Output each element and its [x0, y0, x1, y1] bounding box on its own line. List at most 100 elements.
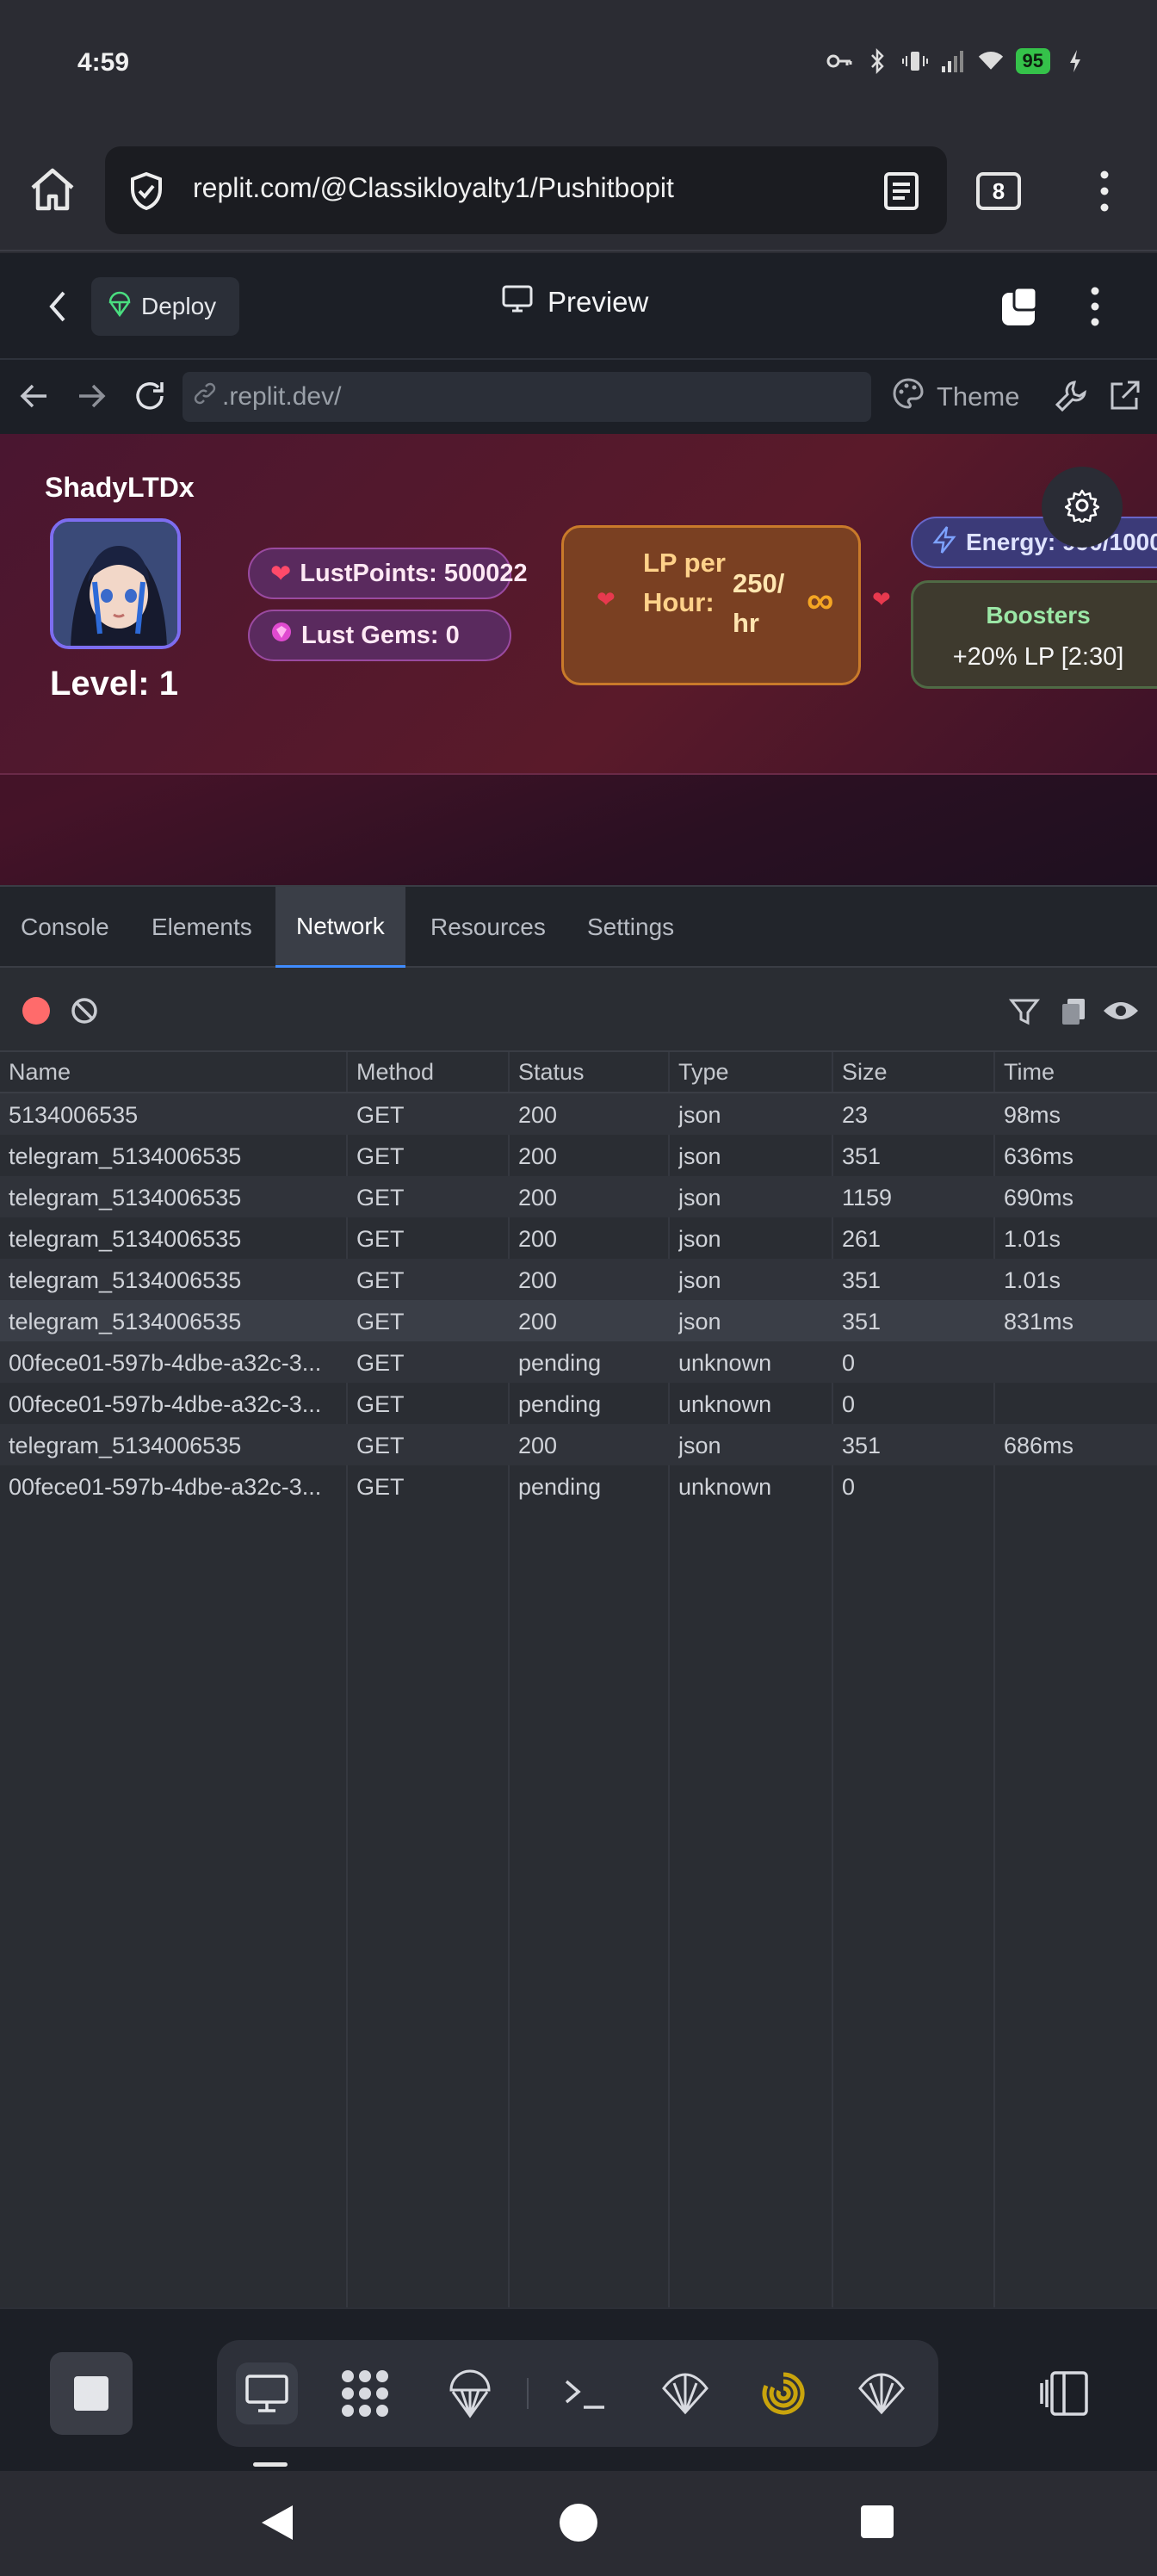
nav-forward-icon[interactable]: [72, 377, 110, 415]
lust-gems: Lust Gems: 0: [301, 621, 460, 649]
col-size[interactable]: Size: [842, 1059, 888, 1086]
heart-icon: ❤: [597, 586, 616, 612]
tab-settings[interactable]: Settings: [566, 887, 695, 968]
lightning-icon: [931, 525, 957, 560]
open-external-icon[interactable]: [1105, 377, 1143, 415]
url-bar[interactable]: replit.com/@Classikloyalty1/Pushitbopit: [105, 146, 947, 234]
tab-network[interactable]: Network: [275, 887, 405, 968]
table-header: Name Method Status Type Size Time: [0, 1050, 1157, 1093]
cell-status: pending: [518, 1391, 602, 1417]
cell-status: pending: [518, 1474, 602, 1500]
reload-icon[interactable]: [131, 377, 169, 415]
col-time[interactable]: Time: [1004, 1059, 1055, 1086]
nav-back-icon[interactable]: [15, 377, 53, 415]
heart-icon: ❤: [872, 586, 891, 612]
split-view-icon[interactable]: [1038, 2369, 1090, 2418]
energy-badge: Energy: 990/1000: [911, 517, 1157, 568]
cell-method: GET: [356, 1185, 405, 1211]
dock-separator: [527, 2378, 529, 2409]
cell-time: 636ms: [1004, 1143, 1074, 1169]
col-status[interactable]: Status: [518, 1059, 585, 1086]
avatar[interactable]: [50, 518, 181, 649]
home-circle-icon[interactable]: [560, 2504, 597, 2542]
status-time: 4:59: [77, 48, 130, 77]
stop-button[interactable]: [50, 2352, 133, 2435]
devtools-tabs: Console Elements Network Resources Setti…: [0, 885, 1157, 968]
battery-indicator: 95: [1015, 48, 1050, 74]
browser-menu-icon[interactable]: [1092, 169, 1117, 214]
url-text[interactable]: replit.com/@Classikloyalty1/Pushitbopit: [193, 172, 674, 204]
cell-method: GET: [356, 1391, 405, 1417]
preview-address-bar[interactable]: .replit.dev/: [183, 372, 871, 422]
eye-icon[interactable]: [1102, 994, 1138, 1028]
copy-icon[interactable]: [1057, 994, 1092, 1028]
game-header: ShadyLTDx Level: 1 ❤ LustPoints: 500022: [0, 434, 1157, 775]
cell-type: unknown: [678, 1474, 772, 1500]
table-row[interactable]: telegram_5134006535 GET 200 json 351 636ms: [0, 1135, 1157, 1176]
cell-type: json: [678, 1102, 721, 1128]
cell-time: 1.01s: [1004, 1226, 1061, 1252]
replit-menu-icon[interactable]: [1086, 284, 1104, 329]
deploy-icon[interactable]: [439, 2362, 501, 2424]
reader-mode-icon[interactable]: [882, 170, 921, 212]
deploy-button[interactable]: Deploy: [91, 277, 239, 336]
theme-button[interactable]: Theme: [892, 377, 1019, 417]
clear-icon[interactable]: [69, 995, 100, 1026]
wifi-icon: [978, 48, 1004, 74]
table-row[interactable]: 00fece01-597b-4dbe-a32c-3... GET pending un…: [0, 1465, 1157, 1507]
table-row[interactable]: telegram_5134006535 GET 200 json 351 1.01s: [0, 1259, 1157, 1300]
agent-icon[interactable]: [654, 2362, 716, 2424]
cell-method: GET: [356, 1267, 405, 1293]
boosters-card[interactable]: Boosters +20% LP [2:30]: [911, 580, 1157, 689]
agent-alt-icon[interactable]: [851, 2362, 913, 2424]
shell-icon[interactable]: [554, 2362, 616, 2424]
cell-size: 261: [842, 1226, 882, 1252]
table-row[interactable]: telegram_5134006535 GET 200 json 351 686ms: [0, 1424, 1157, 1465]
infinity-symbol: ∞: [807, 579, 834, 622]
table-row[interactable]: 00fece01-597b-4dbe-a32c-3... GET pending un…: [0, 1341, 1157, 1383]
lust-points: LustPoints: 500022: [300, 559, 528, 587]
tab-resources[interactable]: Resources: [410, 887, 566, 968]
col-type[interactable]: Type: [678, 1059, 729, 1086]
filter-icon[interactable]: [1007, 994, 1042, 1028]
vpn-key-icon: [826, 48, 852, 74]
tab-console[interactable]: Console: [0, 887, 130, 968]
tab-switcher-button[interactable]: 8: [976, 172, 1021, 210]
col-name[interactable]: Name: [9, 1059, 71, 1086]
cell-time: 686ms: [1004, 1433, 1074, 1458]
cell-type: json: [678, 1267, 721, 1293]
shield-icon[interactable]: [126, 170, 167, 212]
cell-name: 00fece01-597b-4dbe-a32c-3...: [9, 1350, 322, 1376]
back-chevron-icon[interactable]: [41, 288, 76, 325]
boosters-title: Boosters: [986, 602, 1091, 629]
tab-elements[interactable]: Elements: [131, 887, 273, 968]
table-row[interactable]: telegram_5134006535 GET 200 json 351 831ms: [0, 1300, 1157, 1341]
status-icons: 95: [826, 48, 1088, 74]
cell-time: 831ms: [1004, 1309, 1074, 1334]
preview-address[interactable]: .replit.dev/: [222, 382, 341, 412]
back-triangle-icon[interactable]: [258, 2502, 296, 2548]
new-window-icon[interactable]: [999, 284, 1043, 329]
recents-square-icon[interactable]: [861, 2505, 894, 2538]
assistant-icon[interactable]: [752, 2362, 814, 2424]
wrench-icon[interactable]: [1052, 377, 1090, 415]
home-icon[interactable]: [26, 164, 79, 217]
record-button[interactable]: [22, 997, 50, 1025]
cell-type: json: [678, 1143, 721, 1169]
preview-label: Preview: [548, 286, 649, 318]
cell-name: telegram_5134006535: [9, 1267, 242, 1293]
cell-status: 200: [518, 1143, 558, 1169]
monitor-icon: [501, 284, 534, 320]
heart-icon: ❤: [270, 560, 292, 588]
apps-grid-icon[interactable]: [334, 2362, 396, 2424]
table-row[interactable]: 5134006535 GET 200 json 23 98ms: [0, 1093, 1157, 1135]
tool-switcher: [217, 2340, 938, 2447]
charging-icon: [1062, 48, 1088, 74]
table-row[interactable]: 00fece01-597b-4dbe-a32c-3... GET pending un…: [0, 1383, 1157, 1424]
table-row[interactable]: telegram_5134006535 GET 200 json 1159 690ms: [0, 1176, 1157, 1217]
cell-method: GET: [356, 1474, 405, 1500]
table-row[interactable]: telegram_5134006535 GET 200 json 261 1.01s: [0, 1217, 1157, 1259]
settings-gear-button[interactable]: [1042, 467, 1123, 548]
col-method[interactable]: Method: [356, 1059, 434, 1086]
monitor-icon[interactable]: [236, 2362, 298, 2424]
